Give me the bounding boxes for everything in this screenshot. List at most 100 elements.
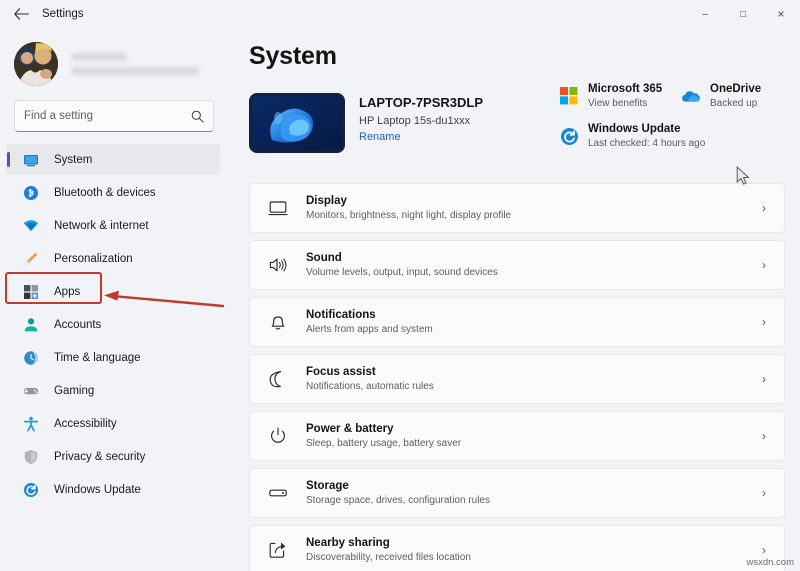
sidebar-item-label: Time & language [54, 351, 141, 364]
sidebar-item-accounts[interactable]: Accounts [6, 309, 220, 340]
settings-row-nearby-sharing[interactable]: Nearby sharing Discoverability, received… [249, 525, 785, 571]
settings-row-text: Focus assist Notifications, automatic ru… [306, 366, 762, 392]
settings-row-sound[interactable]: Sound Volume levels, output, input, soun… [249, 240, 785, 290]
sidebar-item-label: Network & internet [54, 219, 149, 232]
sidebar-item-bluetooth-devices[interactable]: Bluetooth & devices [6, 177, 220, 208]
main-content: System LAPTOP-7PSR3DLP HP Laptop 15s-du1… [228, 28, 800, 571]
search-icon[interactable] [191, 110, 204, 123]
windows-update-card[interactable]: Windows Update Last checked: 4 hours ago [558, 123, 705, 149]
maximize-button[interactable]: □ [724, 0, 762, 28]
shield-icon [22, 448, 40, 466]
settings-row-subtitle: Storage space, drives, configuration rul… [306, 495, 490, 506]
chevron-right-icon[interactable]: › [762, 258, 770, 272]
share-icon [266, 538, 290, 562]
minimize-button[interactable]: – [686, 0, 724, 28]
search-box[interactable] [14, 100, 214, 132]
settings-row-notifications[interactable]: Notifications Alerts from apps and syste… [249, 297, 785, 347]
settings-window: Settings – □ × Find a setting System Blu… [0, 0, 800, 571]
sidebar-item-time-language[interactable]: Time & language [6, 342, 220, 373]
chevron-right-icon[interactable]: › [762, 429, 770, 443]
account-email-redacted [71, 67, 199, 75]
sidebar: System Bluetooth & devices [0, 28, 228, 571]
settings-row-title: Focus assist [306, 366, 376, 378]
sidebar-nav: System Bluetooth & devices Network & int… [0, 144, 228, 505]
chevron-right-icon[interactable]: › [762, 486, 770, 500]
gamepad-icon [22, 382, 40, 400]
person-icon [22, 316, 40, 334]
quick-card-title: Windows Update [588, 123, 681, 135]
onedrive-card[interactable]: OneDrive Backed up [680, 83, 761, 109]
settings-row-storage[interactable]: Storage Storage space, drives, configura… [249, 468, 785, 518]
settings-row-text: Sound Volume levels, output, input, soun… [306, 252, 762, 278]
quick-row-bottom: Windows Update Last checked: 4 hours ago [558, 123, 798, 149]
sidebar-item-system[interactable]: System [6, 144, 220, 175]
account-text [71, 53, 199, 75]
watermark: wsxdn.com [746, 557, 794, 568]
microsoft-365-card[interactable]: Microsoft 365 View benefits [558, 83, 680, 109]
quick-card-title: Microsoft 365 [588, 83, 663, 95]
settings-row-title: Power & battery [306, 423, 394, 435]
settings-row-subtitle: Volume levels, output, input, sound devi… [306, 267, 498, 278]
sidebar-item-label: Apps [54, 285, 81, 298]
sidebar-item-label: System [54, 153, 93, 166]
settings-row-title: Sound [306, 252, 342, 264]
sidebar-item-label: Personalization [54, 252, 133, 265]
account-block[interactable] [0, 28, 228, 90]
close-button[interactable]: × [762, 0, 800, 28]
onedrive-text: OneDrive Backed up [710, 83, 761, 109]
wifi-icon [22, 217, 40, 235]
settings-row-text: Storage Storage space, drives, configura… [306, 480, 762, 506]
monitor-icon [22, 151, 40, 169]
chevron-right-icon[interactable]: › [762, 372, 770, 386]
settings-row-subtitle: Discoverability, received files location [306, 552, 471, 563]
back-button[interactable] [6, 3, 36, 25]
settings-row-display[interactable]: Display Monitors, brightness, night ligh… [249, 183, 785, 233]
settings-row-title: Display [306, 195, 347, 207]
search-input[interactable] [24, 110, 191, 122]
sidebar-item-privacy-security[interactable]: Privacy & security [6, 441, 220, 472]
settings-row-subtitle: Monitors, brightness, night light, displ… [306, 210, 512, 221]
chevron-right-icon[interactable]: › [762, 315, 770, 329]
device-info: LAPTOP-7PSR3DLP HP Laptop 15s-du1xxx Ren… [359, 93, 483, 153]
quick-row-top: Microsoft 365 View benefits OneDrive Bac… [558, 83, 798, 109]
settings-row-title: Nearby sharing [306, 537, 390, 549]
bluetooth-icon [22, 184, 40, 202]
sidebar-item-accessibility[interactable]: Accessibility [6, 408, 220, 439]
onedrive-cloud-icon [680, 85, 702, 107]
settings-row-power-battery[interactable]: Power & battery Sleep, battery usage, ba… [249, 411, 785, 461]
paintbrush-icon [22, 250, 40, 268]
device-name: LAPTOP-7PSR3DLP [359, 95, 484, 110]
clock-globe-icon [22, 349, 40, 367]
sidebar-item-label: Windows Update [54, 483, 141, 496]
sidebar-item-label: Accounts [54, 318, 102, 331]
sidebar-item-label: Bluetooth & devices [54, 186, 156, 199]
settings-row-focus-assist[interactable]: Focus assist Notifications, automatic ru… [249, 354, 785, 404]
settings-row-subtitle: Notifications, automatic rules [306, 381, 434, 392]
rename-link[interactable]: Rename [359, 131, 483, 143]
windows-update-text: Windows Update Last checked: 4 hours ago [588, 123, 705, 149]
avatar [14, 42, 58, 86]
chevron-right-icon[interactable]: › [762, 543, 770, 557]
chevron-right-icon[interactable]: › [762, 201, 770, 215]
device-model: HP Laptop 15s-du1xxx [359, 115, 471, 127]
windows-update-sync-icon [558, 125, 580, 147]
sidebar-item-personalization[interactable]: Personalization [6, 243, 220, 274]
settings-row-text: Nearby sharing Discoverability, received… [306, 537, 762, 563]
sidebar-item-network-internet[interactable]: Network & internet [6, 210, 220, 241]
quick-card-subtitle: Last checked: 4 hours ago [588, 138, 706, 149]
sidebar-item-label: Accessibility [54, 417, 117, 430]
apps-icon [22, 283, 40, 301]
accessibility-icon [22, 415, 40, 433]
power-icon [266, 424, 290, 448]
display-monitor-icon [266, 196, 290, 220]
settings-row-title: Notifications [306, 309, 376, 321]
quick-card-subtitle[interactable]: View benefits [588, 98, 662, 109]
title-bar: Settings – □ × [0, 0, 800, 28]
settings-row-title: Storage [306, 480, 349, 492]
settings-list: Display Monitors, brightness, night ligh… [249, 183, 785, 571]
sidebar-item-windows-update[interactable]: Windows Update [6, 474, 220, 505]
quick-card-title: OneDrive [710, 83, 762, 95]
sidebar-item-gaming[interactable]: Gaming [6, 375, 220, 406]
sidebar-item-apps[interactable]: Apps [6, 276, 220, 307]
windows-update-icon [22, 481, 40, 499]
